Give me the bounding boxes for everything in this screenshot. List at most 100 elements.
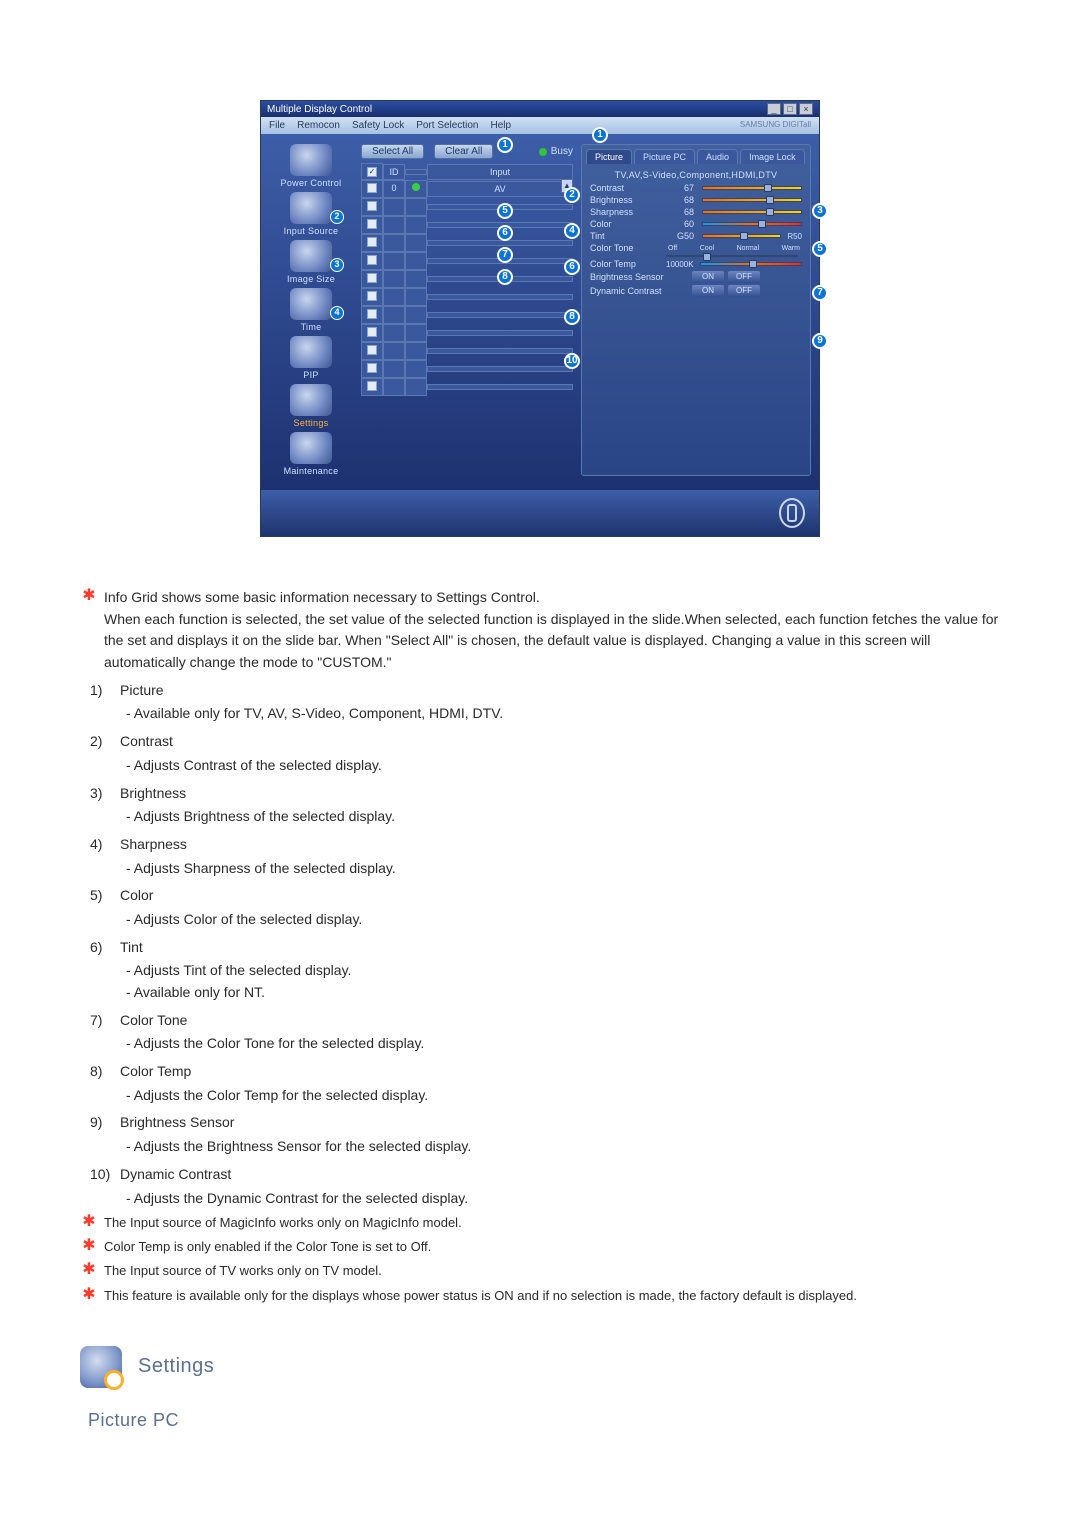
star-icon: ✱ [80,587,98,605]
brightness-value: 68 [666,195,696,205]
close-button[interactable]: × [799,103,813,115]
tab-picture-pc[interactable]: Picture PC [634,149,695,164]
settings-icon [290,384,332,416]
table-row[interactable] [361,216,573,234]
contrast-slider[interactable] [702,186,802,190]
sidebar: Power Control Input Source 2 Image Size … [269,144,353,476]
doc-num: 1) [90,680,116,702]
title-bar: Multiple Display Control _ □ × [261,101,819,117]
row-checkbox[interactable] [367,201,377,211]
table-row[interactable] [361,360,573,378]
color-tone-slider[interactable] [666,255,798,257]
row-id: 0 [383,180,405,198]
dcontrast-toggle[interactable]: ON OFF [692,285,760,297]
color-value: 60 [666,219,696,229]
doc-intro-title: Info Grid shows some basic information n… [104,587,1000,609]
row-checkbox[interactable] [367,291,377,301]
row-checkbox[interactable] [367,327,377,337]
menu-safety-lock[interactable]: Safety Lock [352,120,404,131]
brightness-slider[interactable] [702,198,802,202]
doc-item: 10)Dynamic Contrast - Adjusts the Dynami… [80,1164,1000,1209]
tint-slider[interactable] [702,234,781,238]
row-checkbox[interactable] [367,363,377,373]
dcontrast-off[interactable]: OFF [728,285,760,297]
doc-detail: - Adjusts the Color Temp for the selecte… [126,1085,1000,1107]
minimize-button[interactable]: _ [767,103,781,115]
menu-remocon[interactable]: Remocon [297,120,340,131]
menu-port-selection[interactable]: Port Selection [416,120,478,131]
sidebar-item-image-size[interactable]: Image Size 3 [272,240,350,284]
select-all-button[interactable]: Select All [361,144,424,159]
bsensor-toggle[interactable]: ON OFF [692,271,760,283]
doc-num: 9) [90,1112,116,1134]
table-row[interactable] [361,234,573,252]
doc-num: 8) [90,1061,116,1083]
clear-all-button[interactable]: Clear All [434,144,493,159]
sharpness-value: 68 [666,207,696,217]
tab-picture[interactable]: Picture [586,149,632,164]
sidebar-item-input-source[interactable]: Input Source 2 [272,192,350,236]
table-row[interactable] [361,270,573,288]
tint-label: Tint [590,231,660,241]
row-input: AV [427,181,573,197]
row-checkbox[interactable] [367,255,377,265]
sidebar-item-label: PIP [272,370,350,380]
row-brightness-sensor: Brightness Sensor ON OFF [586,270,806,284]
brightness-label: Brightness [590,195,660,205]
power-control-icon [290,144,332,176]
doc-num: 3) [90,783,116,805]
app-body: Power Control Input Source 2 Image Size … [261,134,819,490]
sidebar-item-pip[interactable]: PIP [272,336,350,380]
row-color: Color 60 [586,218,806,230]
menu-file[interactable]: File [269,120,285,131]
doc-title: Color Temp [120,1061,191,1083]
row-checkbox[interactable] [367,183,377,193]
bsensor-on[interactable]: ON [692,271,724,283]
doc-title: Sharpness [120,834,187,856]
color-label: Color [590,219,660,229]
mouse-pointer-icon [779,498,805,528]
maintenance-icon [290,432,332,464]
sidebar-item-settings[interactable]: Settings [272,384,350,428]
color-tone-label: Color Tone [590,243,660,253]
sidebar-item-time[interactable]: Time 4 [272,288,350,332]
tab-audio[interactable]: Audio [697,149,738,164]
window-controls: _ □ × [767,103,813,115]
table-row[interactable] [361,252,573,270]
doc-num: 6) [90,937,116,959]
row-checkbox[interactable] [367,309,377,319]
sidebar-item-power-control[interactable]: Power Control [272,144,350,188]
row-color-tone: Color Tone Off Cool Normal Warm [586,242,806,258]
row-checkbox[interactable] [367,219,377,229]
callout-badge: 7 [497,247,513,263]
color-slider[interactable] [702,222,802,226]
doc-item: 8)Color Temp - Adjusts the Color Temp fo… [80,1061,1000,1106]
table-row[interactable] [361,306,573,324]
sharpness-slider[interactable] [702,210,802,214]
sidebar-item-label: Input Source [272,226,350,236]
doc-note: ✱ The Input source of TV works only on T… [80,1261,1000,1281]
table-row[interactable] [361,288,573,306]
callout-badge: 7 [812,285,828,301]
doc-detail: - Adjusts Tint of the selected display. [126,960,1000,982]
row-checkbox[interactable] [367,381,377,391]
doc-title: Color Tone [120,1010,187,1032]
bsensor-off[interactable]: OFF [728,271,760,283]
table-row[interactable] [361,342,573,360]
color-temp-slider[interactable] [700,262,802,266]
dcontrast-on[interactable]: ON [692,285,724,297]
header-checkbox[interactable] [367,167,377,177]
row-checkbox[interactable] [367,237,377,247]
row-checkbox[interactable] [367,273,377,283]
row-checkbox[interactable] [367,345,377,355]
menu-help[interactable]: Help [490,120,511,131]
table-row[interactable] [361,378,573,396]
sidebar-item-label: Maintenance [272,466,350,476]
tab-image-lock[interactable]: Image Lock [740,149,805,164]
maximize-button[interactable]: □ [783,103,797,115]
table-row[interactable]: 0 AV [361,180,573,198]
sidebar-item-maintenance[interactable]: Maintenance [272,432,350,476]
table-row[interactable] [361,198,573,216]
callout-badge: 5 [812,241,828,257]
table-row[interactable] [361,324,573,342]
